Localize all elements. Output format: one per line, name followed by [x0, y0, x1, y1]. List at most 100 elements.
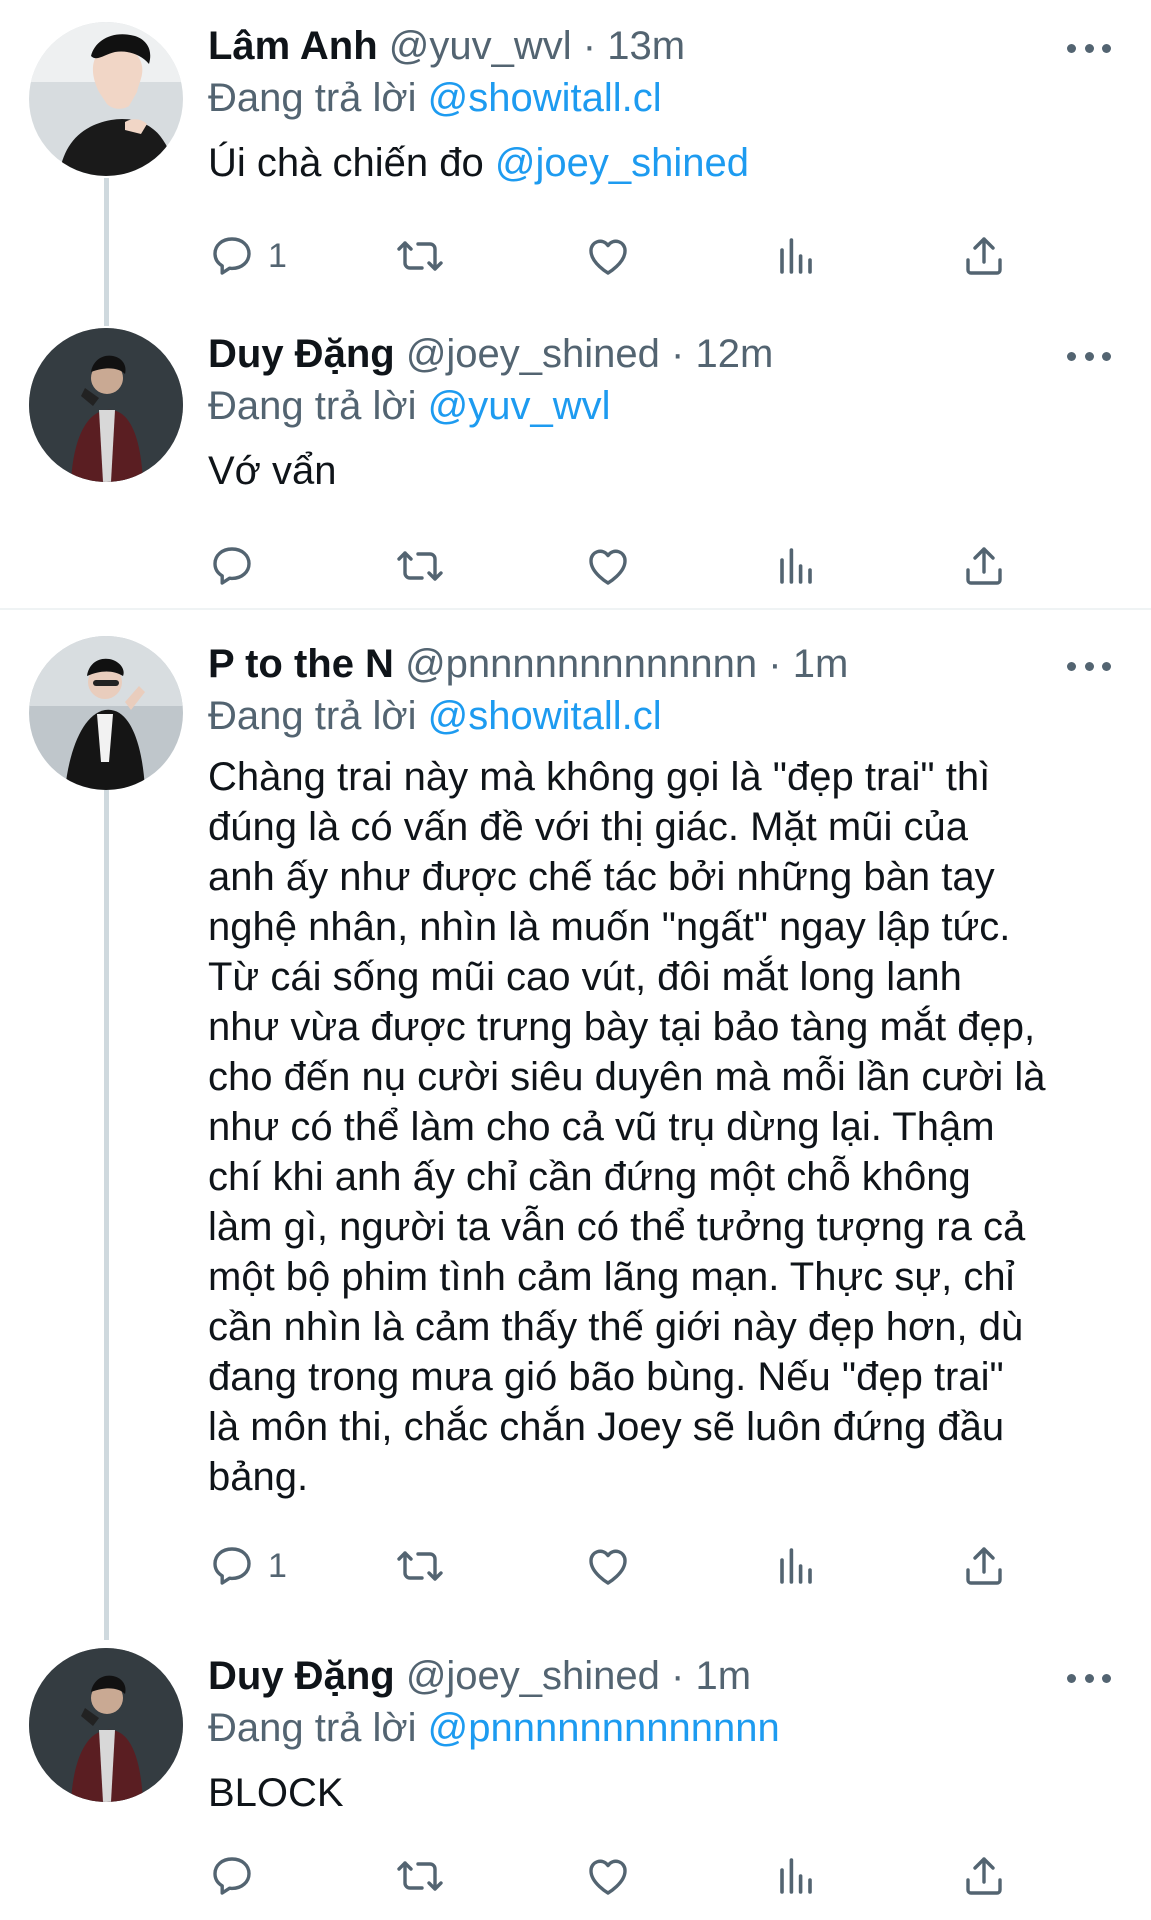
handle[interactable]: @pnnnnnnnnnnnnn	[405, 642, 757, 686]
reply-to-mention[interactable]: @showitall.cl	[428, 76, 662, 120]
reply-button[interactable]	[208, 1850, 256, 1902]
like-button[interactable]	[584, 1850, 632, 1902]
retweet-icon	[396, 232, 444, 280]
tweet-text-line: bảng.	[208, 1455, 309, 1499]
reply-count: 1	[268, 1546, 287, 1585]
separator: ·	[768, 642, 782, 686]
more-options-icon[interactable]	[1067, 346, 1111, 366]
tweet-text-line: là môn thi, chắc chắn Joey sẽ luôn đứng …	[208, 1405, 1005, 1449]
more-options-icon[interactable]	[1067, 656, 1111, 676]
timestamp[interactable]: 13m	[607, 24, 685, 68]
avatar[interactable]	[29, 636, 183, 790]
analytics-button[interactable]	[772, 540, 820, 592]
profile-photo	[29, 1648, 183, 1802]
separator: ·	[671, 332, 685, 376]
tweet-text-line: đúng là có vấn đề với thị giác. Mặt mũi …	[208, 805, 968, 849]
analytics-icon	[772, 232, 820, 280]
avatar[interactable]	[29, 1648, 183, 1802]
tweet-text-line: anh ấy như được chế tác bởi những bàn ta…	[208, 855, 995, 899]
tweet-text-line: Chàng trai này mà không gọi là "đẹp trai…	[208, 755, 991, 799]
profile-photo	[29, 22, 183, 176]
share-button[interactable]	[960, 540, 1008, 592]
handle[interactable]: @joey_shined	[406, 332, 660, 376]
tweet-text-line: đang trong mưa gió bão bùng. Nếu "đẹp tr…	[208, 1355, 1004, 1399]
profile-photo	[29, 328, 183, 482]
analytics-button[interactable]	[772, 1540, 820, 1592]
reply-icon	[208, 542, 256, 590]
display-name[interactable]: Duy Đặng	[208, 1654, 395, 1698]
thread-line	[104, 790, 109, 1640]
reply-button[interactable]	[208, 540, 256, 592]
retweet-icon	[396, 1542, 444, 1590]
tweet-text-line: một bộ phim tình cảm lãng mạn. Thực sự, …	[208, 1255, 1015, 1299]
separator: ·	[582, 24, 597, 68]
like-icon	[584, 1542, 632, 1590]
share-icon	[960, 542, 1008, 590]
separator: ·	[671, 1654, 685, 1698]
display-name[interactable]: Lâm Anh	[208, 24, 378, 68]
reply-count: 1	[268, 236, 287, 275]
tweet-text-line: cần nhìn là cảm thấy thế giới này đẹp hơ…	[208, 1305, 1024, 1349]
like-button[interactable]	[584, 540, 632, 592]
reply-icon	[208, 1542, 256, 1590]
text-mention[interactable]: @joey_shined	[495, 141, 749, 185]
retweet-button[interactable]	[396, 1540, 444, 1592]
share-icon	[960, 1542, 1008, 1590]
tweet-text-line: Từ cái sống mũi cao vút, đôi mắt long la…	[208, 955, 962, 999]
divider	[0, 608, 1151, 610]
reply-button[interactable]: 1	[208, 230, 287, 282]
timestamp[interactable]: 12m	[696, 332, 774, 376]
tweet-text-line: như có thể làm cho cả vũ trụ dừng lại. T…	[208, 1105, 995, 1149]
analytics-button[interactable]	[772, 1850, 820, 1902]
like-icon	[584, 542, 632, 590]
replying-to-label: Đang trả lời	[208, 384, 417, 428]
handle[interactable]: @joey_shined	[406, 1654, 660, 1698]
more-options-icon[interactable]	[1067, 38, 1111, 58]
like-icon	[584, 232, 632, 280]
tweet-text-line: nghệ nhân, nhìn là muốn "ngất" ngay lập …	[208, 905, 1011, 949]
replying-to-label: Đang trả lời	[208, 694, 417, 738]
thread-line	[104, 178, 109, 326]
analytics-icon	[772, 1542, 820, 1590]
profile-photo	[29, 636, 183, 790]
handle[interactable]: @yuv_wvl	[389, 24, 572, 68]
like-button[interactable]	[584, 230, 632, 282]
reply-icon	[208, 232, 256, 280]
analytics-icon	[772, 1852, 820, 1900]
tweet-text-line: làm gì, người ta vẫn có thể tưởng tượng …	[208, 1205, 1026, 1249]
share-icon	[960, 232, 1008, 280]
share-button[interactable]	[960, 230, 1008, 282]
display-name[interactable]: P to the N	[208, 642, 394, 686]
retweet-button[interactable]	[396, 1850, 444, 1902]
tweet-text-line: chí khi anh ấy chỉ cần đứng một chỗ khôn…	[208, 1155, 971, 1199]
reply-to-mention[interactable]: @showitall.cl	[428, 694, 662, 738]
tweet-text: Vớ vẩn	[208, 449, 337, 493]
more-options-icon[interactable]	[1067, 1668, 1111, 1688]
tweet-text-line: như vừa được trưng bày tại bảo tàng mắt …	[208, 1005, 1036, 1049]
replying-to-label: Đang trả lời	[208, 1706, 417, 1750]
share-button[interactable]	[960, 1850, 1008, 1902]
timestamp[interactable]: 1m	[793, 642, 849, 686]
retweet-icon	[396, 1852, 444, 1900]
share-button[interactable]	[960, 1540, 1008, 1592]
analytics-icon	[772, 542, 820, 590]
analytics-button[interactable]	[772, 230, 820, 282]
like-icon	[584, 1852, 632, 1900]
timestamp[interactable]: 1m	[696, 1654, 752, 1698]
tweet-text: Úi chà chiến đo	[208, 141, 484, 185]
reply-to-mention[interactable]: @yuv_wvl	[428, 384, 611, 428]
retweet-icon	[396, 542, 444, 590]
reply-button[interactable]: 1	[208, 1540, 287, 1592]
share-icon	[960, 1852, 1008, 1900]
display-name[interactable]: Duy Đặng	[208, 332, 395, 376]
retweet-button[interactable]	[396, 540, 444, 592]
reply-icon	[208, 1852, 256, 1900]
reply-to-mention[interactable]: @pnnnnnnnnnnnnn	[428, 1706, 780, 1750]
tweet-text: BLOCK	[208, 1771, 344, 1815]
tweet-text-line: cho đến nụ cười siêu duyên mà mỗi lần cư…	[208, 1055, 1046, 1099]
avatar[interactable]	[29, 22, 183, 176]
avatar[interactable]	[29, 328, 183, 482]
replying-to-label: Đang trả lời	[208, 76, 417, 120]
retweet-button[interactable]	[396, 230, 444, 282]
like-button[interactable]	[584, 1540, 632, 1592]
